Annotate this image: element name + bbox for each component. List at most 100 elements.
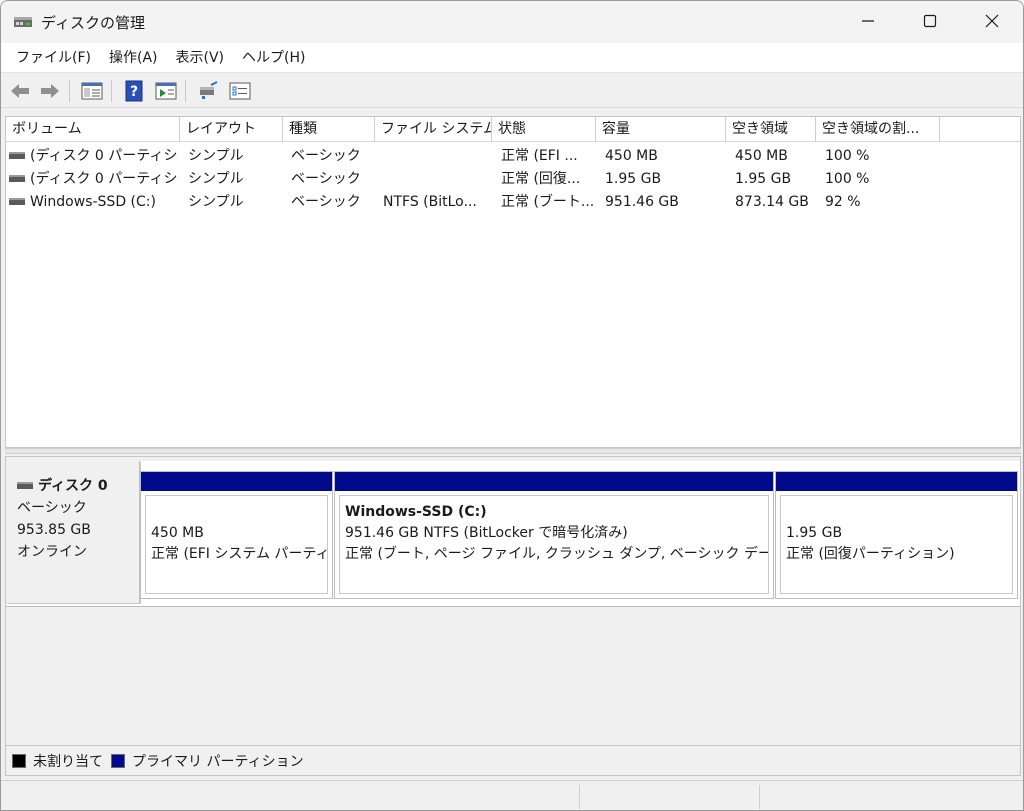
cell-status: 正常 (EFI ...	[501, 148, 578, 164]
partition-efi[interactable]: 450 MB 正常 (EFI システム パーティション)	[140, 471, 333, 599]
minimize-button[interactable]	[837, 1, 899, 41]
status-pane	[579, 785, 759, 809]
cell-free-percent: 92 %	[825, 194, 861, 210]
legend-swatch-unallocated	[12, 753, 26, 768]
window-title: ディスクの管理	[41, 14, 145, 32]
close-icon	[985, 14, 999, 28]
column-type[interactable]: 種類	[283, 117, 375, 142]
column-filler	[940, 117, 1020, 142]
minimize-icon	[862, 20, 874, 22]
help-button[interactable]: ?	[121, 79, 147, 103]
cell-capacity: 1.95 GB	[605, 171, 662, 187]
volume-name: (ディスク 0 パーティショ...	[30, 148, 180, 164]
partition-bar	[776, 472, 1017, 491]
table-row[interactable]: Windows-SSD (C:) シンプル ベーシック NTFS (BitLo.…	[6, 191, 1020, 214]
partition-body: Windows-SSD (C:) 951.46 GB NTFS (BitLock…	[339, 495, 769, 594]
partition-status: 正常 (EFI システム パーティション)	[151, 546, 328, 562]
cell-layout: シンプル	[188, 194, 244, 210]
column-volume[interactable]: ボリューム	[6, 117, 180, 142]
cell-status: 正常 (ブート...	[501, 194, 595, 210]
partition-body: 450 MB 正常 (EFI システム パーティション)	[145, 495, 328, 594]
properties-button[interactable]	[227, 79, 253, 103]
partition-status: 正常 (回復パーティション)	[786, 546, 955, 562]
volume-name: (ディスク 0 パーティショ...	[30, 171, 180, 187]
disk-name: ディスク 0	[38, 478, 108, 494]
partition-status: 正常 (ブート, ページ ファイル, クラッシュ ダンプ, ベーシック データ …	[345, 546, 768, 562]
partition-body: 1.95 GB 正常 (回復パーティション)	[780, 495, 1013, 594]
help-icon: ?	[125, 80, 143, 102]
cell-layout: シンプル	[188, 148, 244, 164]
disk-info-label[interactable]: ディスク 0 ベーシック 953.85 GB オンライン	[6, 461, 140, 603]
disk-name-line: ディスク 0	[17, 475, 139, 497]
connect-button[interactable]	[195, 79, 221, 103]
console-tree-icon	[155, 82, 177, 100]
cell-free-space: 873.14 GB	[735, 194, 809, 210]
volume-list[interactable]: ボリューム レイアウト 種類 ファイル システム 状態 容量 空き領域 空き領域…	[5, 116, 1021, 448]
disk-management-window: ディスクの管理 ファイル(F) 操作(A) 表示(V) ヘルプ(H) ? ボリュ…	[0, 0, 1024, 811]
legend-label: プライマリ パーティション	[132, 753, 304, 770]
menu-help[interactable]: ヘルプ(H)	[233, 43, 314, 73]
table-row[interactable]: (ディスク 0 パーティショ... シンプル ベーシック 正常 (EFI ...…	[6, 145, 1020, 168]
disk-type: ベーシック	[17, 500, 87, 516]
legend-primary-partition: プライマリ パーティション	[111, 751, 304, 771]
cell-filesystem	[377, 168, 491, 191]
menu-action[interactable]: 操作(A)	[100, 43, 167, 73]
disk-list-icon	[81, 82, 103, 100]
back-button[interactable]	[7, 79, 33, 103]
partition-size: 450 MB	[151, 525, 204, 541]
drive-icon	[17, 481, 33, 489]
cell-type: ベーシック	[291, 148, 361, 164]
volume-list-header: ボリューム レイアウト 種類 ファイル システム 状態 容量 空き領域 空き領域…	[6, 117, 1020, 142]
table-row[interactable]: (ディスク 0 パーティショ... シンプル ベーシック 正常 (回復... 1…	[6, 168, 1020, 191]
cell-volume: (ディスク 0 パーティショ...	[6, 168, 180, 191]
show-hide-console-tree-button[interactable]	[79, 79, 105, 103]
partition-bar	[141, 472, 332, 491]
menu-file[interactable]: ファイル(F)	[7, 43, 100, 73]
back-arrow-icon	[11, 84, 29, 98]
column-layout[interactable]: レイアウト	[180, 117, 283, 142]
cell-type: ベーシック	[291, 171, 361, 187]
toolbar-separator	[69, 80, 70, 102]
maximize-icon	[923, 14, 937, 28]
partition-recovery[interactable]: 1.95 GB 正常 (回復パーティション)	[775, 471, 1018, 599]
legend-swatch-primary	[111, 753, 125, 768]
drive-icon	[9, 151, 25, 159]
toolbar: ?	[1, 74, 1023, 108]
pane-splitter[interactable]	[5, 448, 1021, 454]
column-status[interactable]: 状態	[492, 117, 596, 142]
cell-filesystem: NTFS (BitLo...	[383, 194, 477, 210]
title-bar[interactable]: ディスクの管理	[1, 1, 1023, 43]
connect-icon	[200, 81, 218, 99]
cell-filesystem	[377, 145, 491, 168]
column-capacity[interactable]: 容量	[596, 117, 726, 142]
properties-icon	[229, 82, 251, 100]
forward-arrow-icon	[41, 84, 59, 98]
partition-windows-ssd[interactable]: Windows-SSD (C:) 951.46 GB NTFS (BitLock…	[334, 471, 774, 599]
partition-size: 1.95 GB	[786, 525, 843, 541]
partition-title	[151, 502, 327, 523]
cell-layout: シンプル	[188, 171, 244, 187]
disk-graphical-view: ディスク 0 ベーシック 953.85 GB オンライン 450 MB 正常 (…	[5, 456, 1021, 746]
forward-button[interactable]	[37, 79, 63, 103]
toolbar-separator	[111, 80, 112, 102]
cell-free-percent: 100 %	[825, 171, 870, 187]
legend-unallocated: 未割り当て	[12, 751, 103, 771]
menu-bar: ファイル(F) 操作(A) 表示(V) ヘルプ(H)	[1, 43, 1023, 73]
svg-text:?: ?	[130, 84, 138, 100]
column-free-percent[interactable]: 空き領域の割...	[816, 117, 940, 142]
menu-view[interactable]: 表示(V)	[167, 43, 234, 73]
drive-icon	[9, 197, 25, 205]
column-free-space[interactable]: 空き領域	[726, 117, 816, 142]
maximize-button[interactable]	[899, 1, 961, 41]
legend: 未割り当て プライマリ パーティション	[5, 746, 1021, 776]
close-button[interactable]	[961, 1, 1023, 41]
cell-free-space: 450 MB	[735, 148, 788, 164]
status-bar	[1, 780, 1023, 810]
cell-volume: Windows-SSD (C:)	[6, 191, 180, 214]
column-filesystem[interactable]: ファイル システム	[375, 117, 492, 142]
cell-status: 正常 (回復...	[501, 171, 581, 187]
show-action-pane-button[interactable]	[153, 79, 179, 103]
legend-label: 未割り当て	[33, 753, 103, 770]
disk-management-app-icon	[13, 13, 33, 31]
toolbar-separator	[185, 80, 186, 102]
